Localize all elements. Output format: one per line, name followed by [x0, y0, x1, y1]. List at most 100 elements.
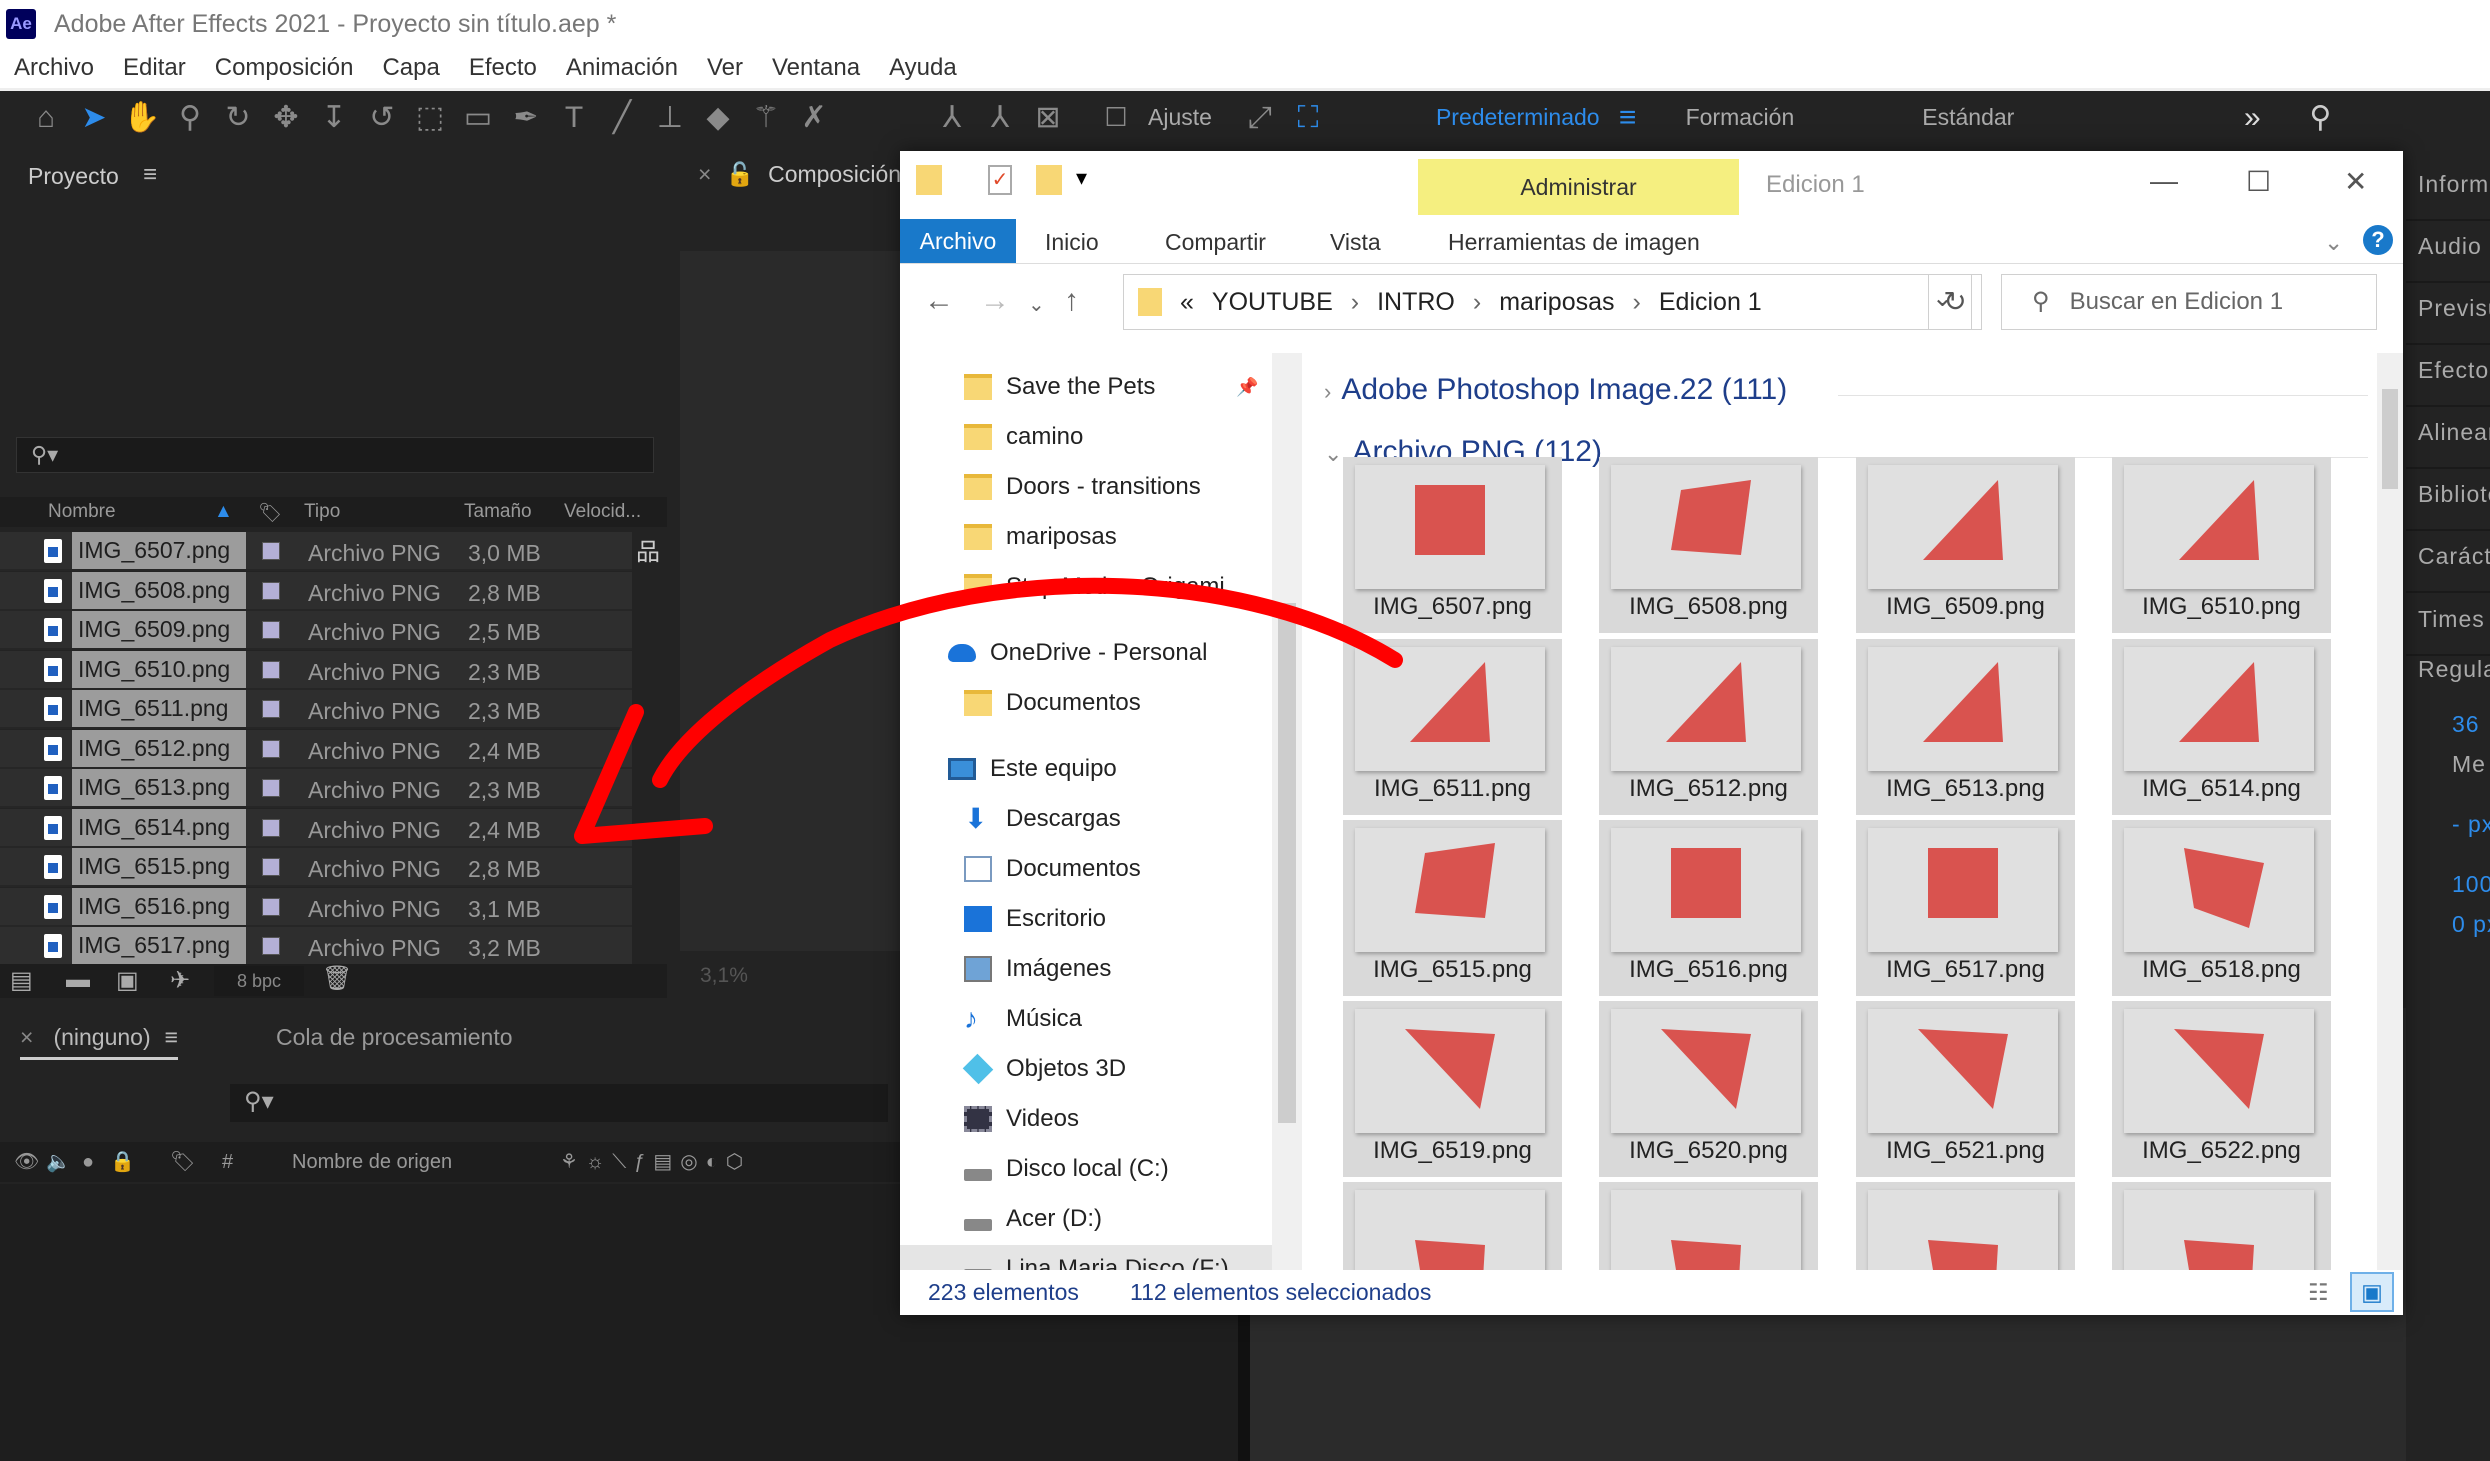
- project-item-row[interactable]: IMG_6514.png Archivo PNG 2,4 MB: [0, 808, 632, 848]
- file-tile[interactable]: [1599, 1182, 1818, 1270]
- axis-world-icon[interactable]: ⅄: [980, 100, 1020, 135]
- interpret-footage-icon[interactable]: ▤: [10, 966, 33, 995]
- right-panel-item[interactable]: Regula: [2418, 656, 2490, 683]
- breadcrumb-separator-icon[interactable]: ›: [1351, 288, 1359, 317]
- close-icon[interactable]: ×: [698, 161, 711, 187]
- column-size[interactable]: Tamaño: [464, 501, 532, 523]
- project-item-row[interactable]: IMG_6516.png Archivo PNG 3,1 MB: [0, 887, 632, 927]
- chevron-right-icon[interactable]: ›: [1324, 379, 1331, 404]
- nav-item[interactable]: Videos: [964, 1095, 1079, 1143]
- right-panel-item[interactable]: Me: [2452, 751, 2486, 778]
- label-color-swatch[interactable]: [262, 858, 280, 876]
- label-color-swatch[interactable]: [262, 818, 280, 837]
- ribbon-tab-vista[interactable]: Vista: [1330, 229, 1381, 256]
- ribbon-tab-compartir[interactable]: Compartir: [1165, 229, 1266, 256]
- zoom-tool-icon[interactable]: ⚲: [170, 100, 210, 135]
- label-color-swatch[interactable]: [262, 897, 280, 916]
- file-tile[interactable]: IMG_6518.png: [2112, 820, 2331, 996]
- forward-icon[interactable]: →: [980, 284, 1010, 318]
- nav-item[interactable]: Stop Motion Origami: [964, 563, 1225, 611]
- panel-menu-icon[interactable]: ≡: [165, 1024, 178, 1050]
- right-panel-item[interactable]: Alinear: [2418, 419, 2490, 446]
- brush-tool-icon[interactable]: ╱: [602, 100, 642, 135]
- file-tile[interactable]: IMG_6514.png: [2112, 639, 2331, 815]
- file-tile[interactable]: IMG_6510.png: [2112, 457, 2331, 633]
- menu-ver[interactable]: Ver: [707, 54, 743, 82]
- file-group-header[interactable]: › Adobe Photoshop Image.22 (111): [1324, 373, 1787, 407]
- quick-access-dropdown-icon[interactable]: ▾: [1076, 165, 1087, 191]
- solo-icon[interactable]: ●: [82, 1142, 94, 1182]
- file-tile[interactable]: IMG_6519.png: [1343, 1001, 1562, 1177]
- menu-archivo[interactable]: Archivo: [14, 54, 94, 82]
- menu-editar[interactable]: Editar: [123, 54, 186, 82]
- file-tile[interactable]: IMG_6512.png: [1599, 639, 1818, 815]
- right-panel-item[interactable]: Audio: [2418, 233, 2482, 260]
- label-color-swatch[interactable]: [262, 700, 280, 718]
- rotate-tool-icon[interactable]: ↺: [362, 100, 402, 135]
- composition-tab[interactable]: × 🔓 Composición: [698, 161, 901, 188]
- up-icon[interactable]: ↑: [1064, 284, 1079, 318]
- magnification-select[interactable]: 3,1%: [700, 964, 748, 988]
- large-icons-view-icon[interactable]: ▣: [2350, 1272, 2394, 1312]
- details-view-icon[interactable]: ☷: [2308, 1270, 2329, 1315]
- file-tile[interactable]: [1856, 1182, 2075, 1270]
- label-color-swatch[interactable]: [262, 739, 280, 758]
- snap-target-icon[interactable]: ⛶: [1288, 101, 1328, 135]
- nav-item[interactable]: Escritorio: [964, 895, 1106, 943]
- column-name[interactable]: Nombre: [48, 501, 116, 523]
- file-tile[interactable]: IMG_6517.png: [1856, 820, 2075, 996]
- sort-ascending-icon[interactable]: ▲: [214, 501, 233, 523]
- project-item-row[interactable]: IMG_6515.png Archivo PNG 2,8 MB: [0, 848, 632, 887]
- new-composition-icon[interactable]: ▣: [116, 966, 139, 995]
- snap-checkbox[interactable]: ☐: [1096, 102, 1136, 133]
- source-name-column[interactable]: Nombre de origen: [292, 1142, 452, 1182]
- eye-icon[interactable]: 👁: [14, 1142, 39, 1182]
- project-item-row[interactable]: IMG_6513.png Archivo PNG 2,3 MB: [0, 769, 632, 808]
- project-item-row[interactable]: IMG_6512.png Archivo PNG 2,4 MB: [0, 729, 632, 769]
- nav-item[interactable]: Imágenes: [964, 945, 1111, 993]
- audio-icon[interactable]: 🔈: [46, 1142, 71, 1182]
- column-speed[interactable]: Velocid...: [564, 501, 641, 523]
- snap-options-icon[interactable]: ⤢: [1240, 101, 1280, 135]
- right-panel-item[interactable]: Times: [2418, 606, 2485, 633]
- axis-local-icon[interactable]: ⅄: [932, 100, 972, 135]
- right-panel-item[interactable]: Carácte: [2418, 543, 2490, 570]
- nav-item[interactable]: Objetos 3D: [962, 1045, 1126, 1093]
- rectangle-tool-icon[interactable]: ▭: [458, 100, 498, 135]
- nav-item[interactable]: Doors - transitions: [964, 463, 1201, 511]
- right-panel-item[interactable]: 0 px: [2452, 911, 2490, 938]
- label-color-swatch[interactable]: [262, 621, 280, 639]
- file-tile[interactable]: [1343, 1182, 1562, 1270]
- anchor-tool-icon[interactable]: ⬚: [410, 100, 450, 135]
- breadcrumb-separator-icon[interactable]: ›: [1473, 288, 1481, 317]
- file-tile[interactable]: IMG_6511.png: [1343, 639, 1562, 815]
- overflow-chevron-icon[interactable]: «: [1180, 288, 1194, 317]
- close-icon[interactable]: ✕: [2344, 165, 2367, 198]
- nav-item[interactable]: mariposas: [964, 513, 1117, 561]
- close-icon[interactable]: ×: [20, 1024, 33, 1050]
- menu-composición[interactable]: Composición: [215, 54, 354, 82]
- workspace-formacion[interactable]: Formación: [1686, 104, 1795, 131]
- project-item-row[interactable]: IMG_6511.png Archivo PNG 2,3 MB: [0, 690, 632, 729]
- stamp-tool-icon[interactable]: ⊥: [650, 100, 690, 135]
- nav-item[interactable]: ⬇ Descargas: [964, 795, 1121, 843]
- content-scrollbar[interactable]: [2377, 353, 2403, 1270]
- orbit-tool-icon[interactable]: ↻: [218, 100, 258, 135]
- right-panel-item[interactable]: Previsu: [2418, 295, 2490, 322]
- breadcrumb-item[interactable]: INTRO: [1377, 288, 1455, 317]
- project-search-input[interactable]: ⚲▾: [16, 437, 654, 473]
- properties-icon[interactable]: ✓: [988, 165, 1012, 195]
- project-item-row[interactable]: IMG_6509.png Archivo PNG 2,5 MB: [0, 611, 632, 650]
- address-bar[interactable]: «YOUTUBE › INTRO › mariposas › Edicion 1 ⌄: [1123, 274, 1972, 330]
- nav-item[interactable]: ♪ Música: [964, 995, 1082, 1043]
- minimize-icon[interactable]: —: [2150, 165, 2178, 197]
- breadcrumb-item[interactable]: mariposas: [1499, 288, 1614, 317]
- ribbon-tab-inicio[interactable]: Inicio: [1045, 229, 1099, 256]
- dolly-tool-icon[interactable]: ↧: [314, 100, 354, 135]
- flowchart-icon[interactable]: 品: [634, 539, 660, 566]
- menu-ventana[interactable]: Ventana: [772, 54, 860, 82]
- back-icon[interactable]: ←: [924, 284, 954, 318]
- timeline-tab[interactable]: × (ninguno) ≡: [20, 1024, 179, 1060]
- content-scrollbar-thumb[interactable]: [2382, 389, 2398, 489]
- file-tile[interactable]: IMG_6513.png: [1856, 639, 2075, 815]
